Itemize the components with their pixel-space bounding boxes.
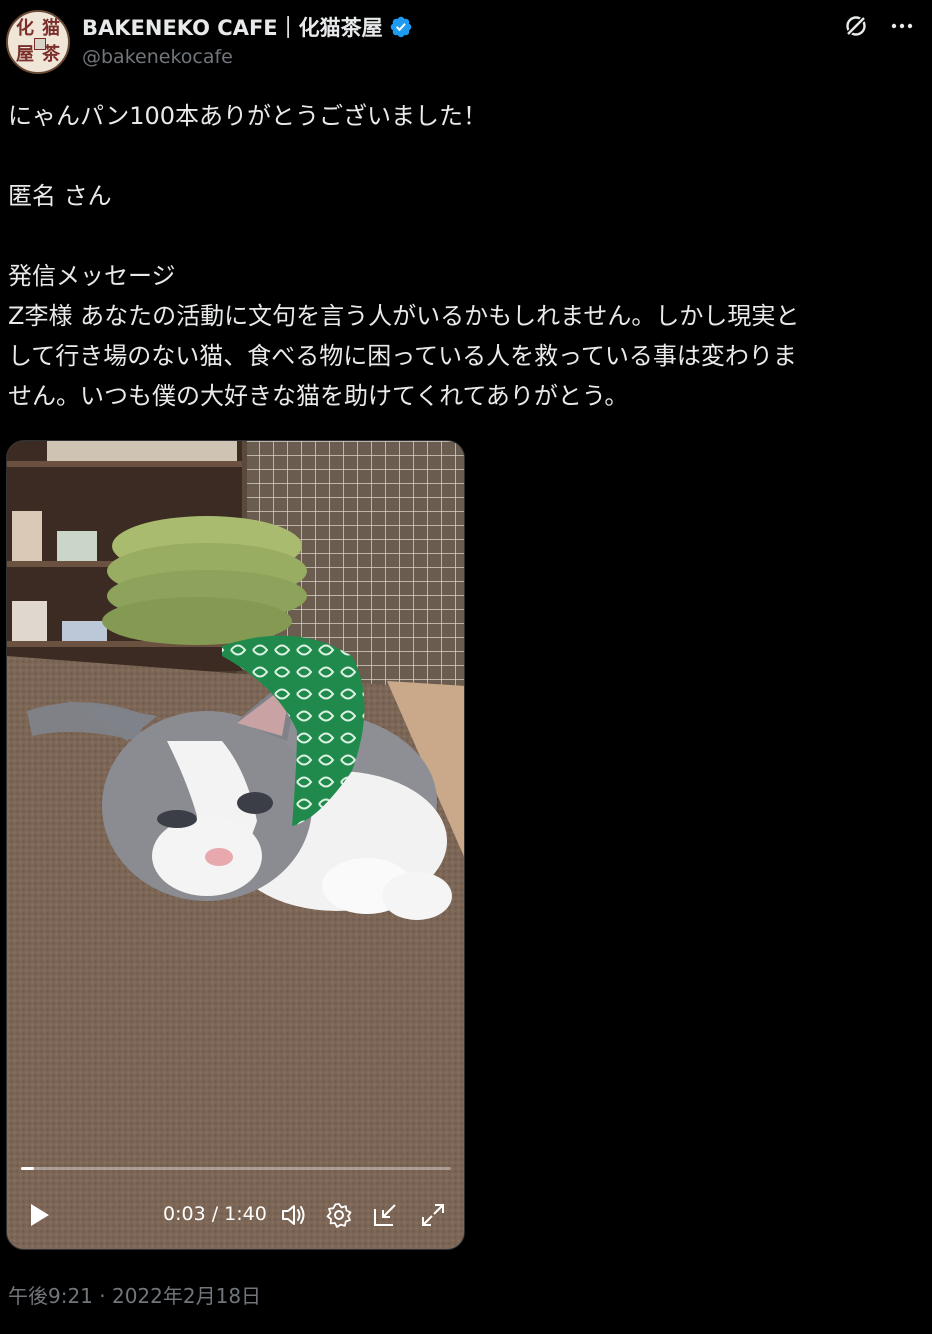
pip-icon[interactable]	[371, 1201, 399, 1229]
tweet-line: 匿名 さん	[8, 182, 112, 210]
grok-icon[interactable]	[842, 12, 870, 40]
tweet-line: して行き場のない猫、食べる物に困っている人を救っている事は変わりま	[8, 342, 797, 370]
tweet-line: Z李様 あなたの活動に文句を言う人がいるかもしれません。しかし現実と	[8, 302, 800, 330]
tweet-text: にゃんパン100本ありがとうございました！ 匿名 さん 発信メッセージ Z李様 …	[8, 96, 918, 416]
video-progress-bar[interactable]	[21, 1167, 451, 1170]
tweet-line: せん。いつも僕の大好きな猫を助けてくれてありがとう。	[8, 382, 629, 410]
tweet-line: 発信メッセージ	[8, 262, 176, 290]
tweet-line	[8, 136, 918, 176]
video-player[interactable]: 0:03 / 1:40	[6, 440, 465, 1250]
tweet-line	[8, 216, 918, 256]
avatar-center-mark	[34, 38, 46, 50]
tweet-header: 化 猫 屋 茶 BAKENEKO CAFE｜化猫茶屋 @bakenekocafe	[6, 10, 926, 74]
tweet-line: にゃんパン100本ありがとうございました！	[8, 102, 488, 130]
avatar[interactable]: 化 猫 屋 茶	[6, 10, 70, 74]
more-options-icon[interactable]	[888, 12, 916, 40]
settings-icon[interactable]	[325, 1201, 353, 1229]
video-progress-fill	[21, 1167, 34, 1170]
play-icon[interactable]	[25, 1201, 53, 1229]
user-handle[interactable]: @bakenekocafe	[82, 46, 233, 68]
video-time: 0:03 / 1:40	[163, 1203, 267, 1225]
display-name[interactable]: BAKENEKO CAFE｜化猫茶屋	[82, 12, 383, 42]
volume-icon[interactable]	[279, 1201, 307, 1229]
verified-badge-icon	[390, 16, 411, 38]
display-name-row: BAKENEKO CAFE｜化猫茶屋	[82, 12, 413, 42]
fullscreen-icon[interactable]	[419, 1201, 447, 1229]
tweet-timestamp[interactable]: 午後9:21 · 2022年2月18日	[8, 1280, 261, 1309]
video-controls: 0:03 / 1:40	[7, 1189, 464, 1241]
video-frame-cat	[7, 441, 464, 1249]
